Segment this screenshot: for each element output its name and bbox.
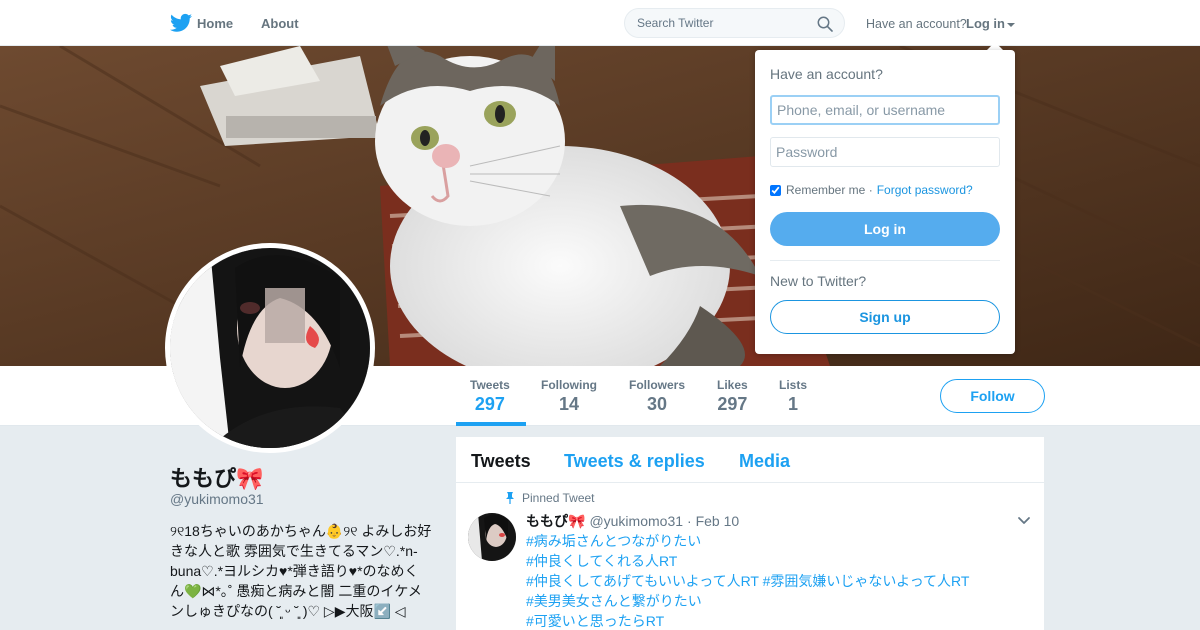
dropdown-divider [770, 260, 1000, 261]
profile-display-name: ももぴ🎀 [170, 466, 264, 491]
profile-screen-name[interactable]: @yukimomo31 [170, 491, 264, 507]
new-to-twitter-prompt: New to Twitter? [770, 273, 867, 289]
username-field[interactable] [770, 95, 1000, 125]
stat-followers[interactable]: Followers 30 [629, 378, 685, 415]
search-box [624, 8, 845, 38]
hashtag-line[interactable]: #病み垢さんとつながりたい [526, 531, 969, 551]
stat-label: Tweets [470, 378, 510, 392]
remember-me-row: Remember me · Forgot password? [770, 183, 973, 197]
active-stat-underline [456, 422, 526, 426]
follow-button[interactable]: Follow [940, 379, 1045, 413]
timeline-tabs: Tweets Tweets & replies Media [456, 437, 1044, 483]
forgot-password-link[interactable]: Forgot password? [877, 183, 973, 197]
login-dropdown: Have an account? Remember me · Forgot pa… [755, 50, 1015, 354]
hashtag-line[interactable]: #美男美女さんと繋がりたい [526, 591, 969, 611]
tweet-avatar[interactable] [468, 513, 516, 561]
stat-lists[interactable]: Lists 1 [779, 378, 807, 415]
tweet-header: ももぴ🎀 @yukimomo31 · Feb 10 [526, 511, 739, 531]
top-nav-bar: Home About Have an account? Log in [0, 0, 1200, 46]
avatar-photo [170, 248, 370, 448]
pinned-tweet-context: Pinned Tweet [504, 491, 595, 505]
tab-tweets-and-replies[interactable]: Tweets & replies [564, 451, 705, 472]
account-prompt: Have an account? [866, 17, 967, 31]
login-button[interactable]: Log in [770, 212, 1000, 246]
stat-value: 14 [558, 394, 580, 414]
pinned-label: Pinned Tweet [522, 491, 595, 505]
tweet-timestamp[interactable]: · Feb 10 [687, 513, 739, 529]
tweet-author-handle[interactable]: @yukimomo31 [589, 513, 683, 529]
stat-label: Likes [717, 378, 748, 392]
stat-label: Followers [629, 378, 686, 392]
profile-avatar[interactable] [165, 243, 375, 453]
stat-value: 30 [646, 394, 668, 414]
stat-following[interactable]: Following 14 [541, 378, 597, 415]
stat-label: Lists [779, 378, 808, 392]
hashtag-line[interactable]: #仲良くしてあげてもいいよって人RT #雰囲気嫌いじゃないよって人RT [526, 571, 969, 591]
profile-bio: ୨୧18ちゃいのあかちゃん👶୨୧ よみしお好きな人と歌 雰囲気で生きてるマン♡.… [170, 523, 432, 619]
stat-likes[interactable]: Likes 297 [717, 378, 748, 415]
hashtag-line[interactable]: #仲良くしてくれる人RT [526, 551, 969, 571]
tab-tweets[interactable]: Tweets [471, 451, 531, 472]
twitter-bird-icon[interactable] [170, 13, 192, 33]
tweet-text: #病み垢さんとつながりたい #仲良くしてくれる人RT #仲良くしてあげてもいいよ… [526, 531, 969, 630]
signup-button[interactable]: Sign up [770, 300, 1000, 334]
stat-value: 1 [788, 394, 799, 414]
password-field[interactable] [770, 137, 1000, 167]
remember-me-checkbox[interactable] [770, 184, 781, 196]
stat-label: Following [541, 378, 597, 392]
timeline: Tweets Tweets & replies Media Pinned Twe… [456, 437, 1044, 630]
login-dropdown-toggle[interactable]: Log in [966, 16, 1015, 31]
tab-media[interactable]: Media [739, 451, 790, 472]
tweet-avatar-photo [468, 513, 516, 561]
stat-tweets[interactable]: Tweets 297 [470, 378, 510, 415]
tweet-author-name[interactable]: ももぴ🎀 [526, 511, 585, 531]
stat-value: 297 [717, 394, 748, 414]
chevron-down-icon[interactable] [1016, 513, 1032, 529]
nav-home-link[interactable]: Home [197, 16, 233, 31]
remember-me-label[interactable]: Remember me · [786, 183, 873, 197]
search-icon[interactable] [817, 16, 833, 32]
pin-icon [506, 492, 514, 504]
stat-value: 297 [474, 394, 505, 414]
search-input[interactable] [625, 9, 805, 37]
login-toggle-label: Log in [966, 16, 1005, 31]
caret-down-icon [1007, 22, 1015, 27]
login-dropdown-title: Have an account? [770, 66, 883, 82]
nav-about-link[interactable]: About [261, 16, 299, 31]
hashtag-line[interactable]: #可愛いと思ったらRT [526, 611, 969, 630]
